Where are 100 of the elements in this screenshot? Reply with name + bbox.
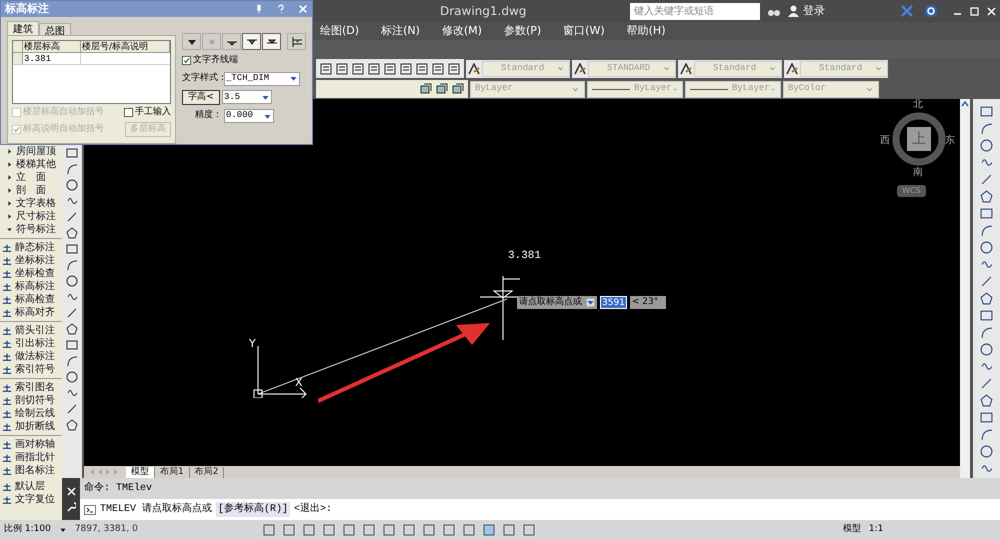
palette-command[interactable]: 剖切符号	[0, 394, 62, 407]
model-button[interactable]: 模型	[842, 523, 861, 537]
palette-category[interactable]: 文字表格	[0, 197, 62, 210]
menu-item[interactable]: 修改(M)	[442, 22, 482, 40]
palette-command[interactable]: 坐标标注	[0, 254, 62, 267]
command-line-handle[interactable]	[62, 478, 80, 520]
search-field[interactable]: 键入关键字或短语	[630, 2, 760, 20]
maximize-icon[interactable]	[970, 6, 979, 16]
annotation-scale-dropdown[interactable]: 1:1	[868, 523, 884, 537]
status-toggle-icon[interactable]	[362, 524, 375, 536]
palette-command[interactable]: 加折断线	[0, 420, 62, 433]
checkbox-label[interactable]: 文字齐线端	[193, 54, 238, 68]
symbol-style-button[interactable]	[222, 33, 241, 50]
status-toggle-icon[interactable]	[342, 524, 355, 536]
menu-item[interactable]: 绘图(D)	[320, 22, 360, 40]
palette-category[interactable]: 尺寸标注	[0, 210, 62, 223]
style-icon[interactable]	[786, 62, 798, 74]
symbol-style-button[interactable]	[182, 33, 201, 50]
palette-category[interactable]: 房间屋顶	[0, 145, 62, 158]
modify-tool-icon[interactable]	[980, 309, 993, 322]
modify-tool-icon[interactable]	[980, 122, 993, 135]
status-toggle-icon[interactable]	[322, 524, 335, 536]
dropdown-field[interactable]: 3.5	[222, 90, 272, 104]
dropdown-field[interactable]: _TCH_DIM	[224, 72, 300, 86]
modify-tool-icon[interactable]	[980, 105, 993, 118]
toolbar-icon[interactable]	[368, 62, 380, 74]
toolbar-icon[interactable]	[320, 62, 332, 74]
palette-category[interactable]: 符号标注	[0, 223, 62, 236]
modify-tool-icon[interactable]	[980, 224, 993, 237]
symbol-style-button[interactable]	[287, 33, 306, 50]
palette-command[interactable]: 文字复位	[0, 493, 62, 506]
checkbox[interactable]	[124, 108, 133, 118]
status-toggle-icon[interactable]	[262, 524, 275, 536]
modify-tool-icon[interactable]	[980, 428, 993, 441]
toolbar-icon[interactable]	[336, 62, 348, 74]
command-option[interactable]: [参考标高(R)]	[216, 502, 290, 517]
symbol-style-button[interactable]	[262, 33, 281, 50]
palette-command[interactable]: 默认层	[0, 480, 62, 493]
draw-tool-icon[interactable]	[66, 387, 78, 399]
table-cell[interactable]: 3.381	[23, 53, 81, 64]
modify-tool-icon[interactable]	[980, 445, 993, 458]
checkbox-label[interactable]: 手工输入	[135, 106, 171, 120]
layer-tool-icon[interactable]	[436, 83, 448, 95]
draw-tool-icon[interactable]	[66, 195, 78, 207]
modify-tool-icon[interactable]	[980, 411, 993, 424]
layout-tab[interactable]: 布局2	[190, 466, 224, 478]
palette-command[interactable]: 索引符号	[0, 363, 62, 376]
menu-item[interactable]: 帮助(H)	[626, 22, 666, 40]
status-toggle-icon[interactable]	[522, 524, 535, 536]
palette-command[interactable]: 标高对齐	[0, 306, 62, 319]
draw-tool-icon[interactable]	[66, 371, 78, 383]
palette-command[interactable]: 静态标注	[0, 241, 62, 254]
layout-tab[interactable]: 模型	[126, 466, 155, 478]
palette-command[interactable]: 坐标检查	[0, 267, 62, 280]
dropdown-arrow-icon[interactable]	[586, 298, 595, 307]
palette-command[interactable]: 画对称轴	[0, 438, 62, 451]
modify-tool-icon[interactable]	[980, 377, 993, 390]
checkbox[interactable]	[182, 56, 191, 66]
status-toggle-icon[interactable]	[442, 524, 455, 536]
status-toggle-icon[interactable]	[462, 524, 475, 536]
status-toggle-icon[interactable]	[502, 524, 515, 536]
scroll-up-icon[interactable]	[961, 101, 969, 107]
status-toggle-icon[interactable]	[482, 524, 495, 536]
draw-tool-icon[interactable]	[66, 147, 78, 159]
draw-tool-icon[interactable]	[66, 259, 78, 271]
dropdown-arrow-icon[interactable]	[58, 526, 67, 534]
draw-tool-icon[interactable]	[66, 163, 78, 175]
modify-tool-icon[interactable]	[980, 241, 993, 254]
palette-category[interactable]: 立 面	[0, 171, 62, 184]
modify-tool-icon[interactable]	[980, 173, 993, 186]
column-header[interactable]: 楼层号/标高说明	[81, 41, 170, 52]
modify-tool-icon[interactable]	[980, 139, 993, 152]
palette-command[interactable]: 绘制云线	[0, 407, 62, 420]
status-toggle-icon[interactable]	[302, 524, 315, 536]
compass-ring[interactable]	[892, 112, 946, 166]
draw-tool-icon[interactable]	[66, 211, 78, 223]
modify-tool-icon[interactable]	[980, 343, 993, 356]
menu-item[interactable]: 参数(P)	[504, 22, 542, 40]
draw-tool-icon[interactable]	[66, 291, 78, 303]
toolbar-icon[interactable]	[352, 62, 364, 74]
draw-tool-icon[interactable]	[66, 275, 78, 287]
palette-category[interactable]: 剖 面	[0, 184, 62, 197]
menu-item[interactable]: 标注(N)	[381, 22, 420, 40]
palette-command[interactable]: 标高标注	[0, 280, 62, 293]
dialog-tab[interactable]: 建筑	[7, 21, 39, 35]
status-toggle-icon[interactable]	[382, 524, 395, 536]
draw-tool-icon[interactable]	[66, 355, 78, 367]
close-icon[interactable]	[987, 6, 996, 16]
status-toggle-icon[interactable]	[402, 524, 415, 536]
layer-tool-icon[interactable]	[452, 83, 464, 95]
draw-tool-icon[interactable]	[66, 419, 78, 431]
sign-in-link[interactable]: 登录	[803, 2, 825, 20]
draw-tool-icon[interactable]	[66, 323, 78, 335]
toolbar-icon[interactable]	[384, 62, 396, 74]
dropdown-field[interactable]: 0.000	[224, 109, 274, 123]
layer-tool-icon[interactable]	[420, 83, 432, 95]
symbol-style-button[interactable]	[242, 33, 261, 50]
palette-command[interactable]: 画指北针	[0, 451, 62, 464]
close-icon[interactable]	[66, 486, 76, 496]
style-icon[interactable]	[468, 62, 480, 74]
